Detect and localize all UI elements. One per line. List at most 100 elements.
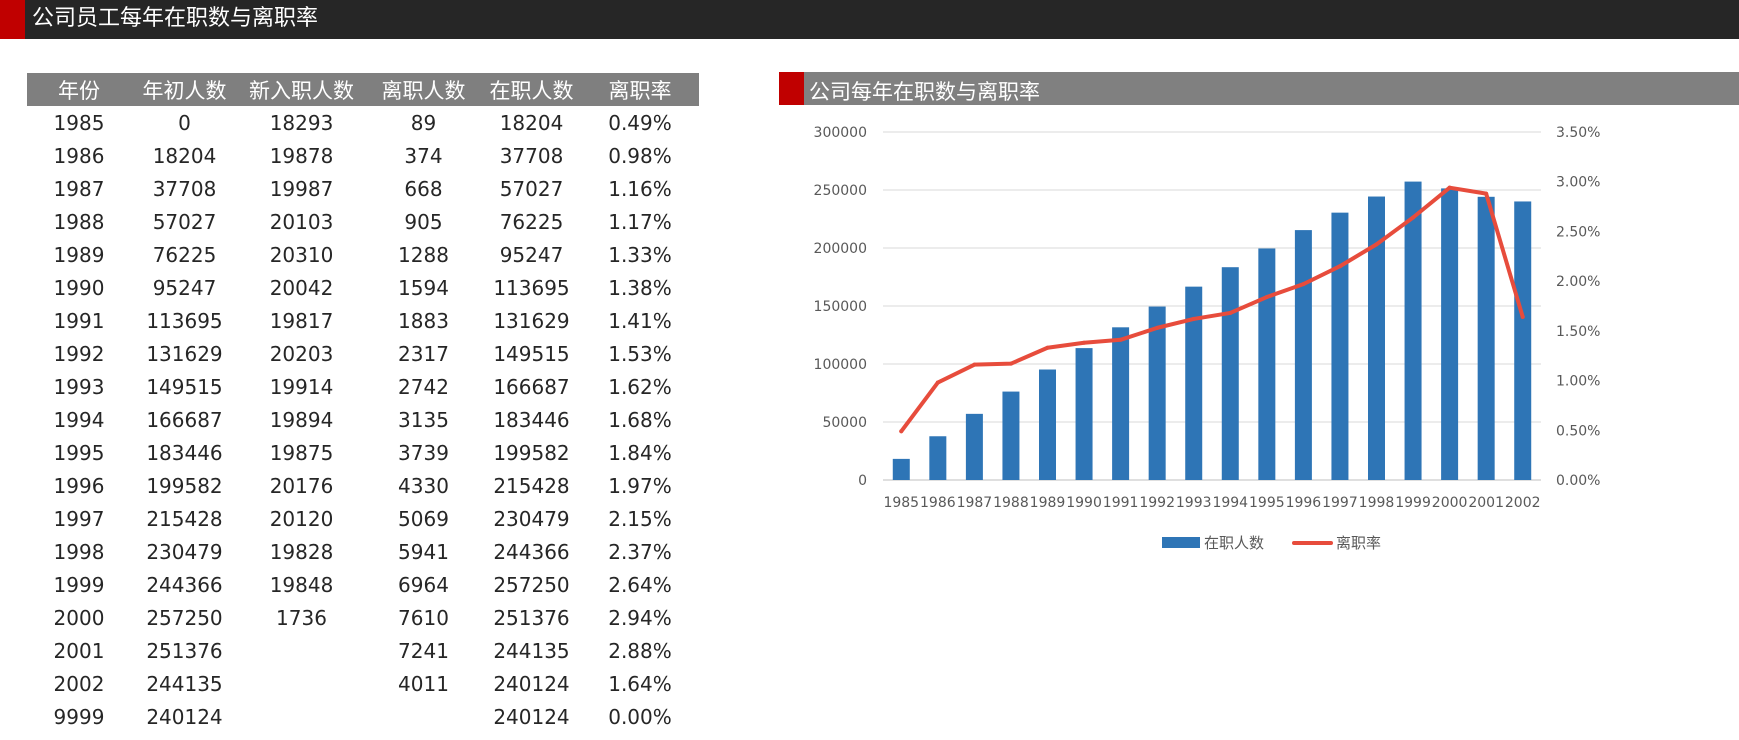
new-hires-cell: 19914 [269, 374, 334, 399]
table-row: 1993 149515 19914 2742 166687 1.62% [27, 370, 699, 403]
bar [1258, 248, 1276, 480]
employed-cell: 149515 [493, 341, 570, 366]
departures-cell: 905 [404, 209, 443, 234]
new-hires-cell: 19878 [269, 143, 334, 168]
new-hires-cell: 20042 [269, 275, 334, 300]
employed-cell: 244135 [493, 638, 570, 663]
employed-cell: 166687 [493, 374, 570, 399]
bar [1331, 212, 1349, 481]
x-tick-label: 1994 [1212, 495, 1248, 511]
y-right-tick-label: 0.00% [1556, 473, 1600, 489]
employed-cell: 113695 [493, 275, 570, 300]
table-row: 1988 57027 20103 905 76225 1.17% [27, 205, 699, 238]
x-tick-label: 1987 [957, 495, 993, 511]
line-point [1484, 191, 1489, 196]
employed-cell: 95247 [499, 242, 564, 267]
line-point [1411, 215, 1416, 220]
x-tick-label: 1998 [1359, 495, 1395, 511]
table-row: 1994 166687 19894 3135 183446 1.68% [27, 403, 699, 436]
departures-cell: 5941 [398, 539, 449, 564]
x-tick-label: 2001 [1468, 495, 1504, 511]
table-row: 1987 37708 19987 668 57027 1.16% [27, 172, 699, 205]
departures-cell: 5069 [398, 506, 449, 531]
start-count-cell: 57027 [152, 209, 217, 234]
y-left-tick-label: 0 [858, 473, 867, 489]
y-right-tick-label: 0.50% [1556, 423, 1600, 439]
year-cell: 2001 [53, 638, 105, 663]
departures-cell: 668 [404, 176, 443, 201]
new-hires-cell: 18293 [269, 110, 334, 135]
departures-cell: 1288 [398, 242, 449, 267]
employed-cell: 244366 [493, 539, 570, 564]
bar [1514, 201, 1532, 480]
employed-cell: 215428 [493, 473, 570, 498]
line-point [1264, 295, 1269, 300]
table-row: 1998 230479 19828 5941 244366 2.37% [27, 535, 699, 568]
new-hires-cell: 19894 [269, 407, 334, 432]
start-count-cell: 113695 [146, 308, 223, 333]
year-cell: 1988 [53, 209, 105, 234]
line-point [1228, 310, 1233, 315]
start-count-cell: 131629 [146, 341, 223, 366]
turnover-rate-cell: 2.15% [608, 506, 672, 531]
start-count-cell: 199582 [146, 473, 223, 498]
departures-cell: 89 [410, 110, 437, 135]
chart-header-accent [779, 72, 804, 105]
x-tick-label: 1992 [1139, 495, 1175, 511]
table-row: 2002 244135 4011 240124 1.64% [27, 667, 699, 700]
line-point [1045, 345, 1050, 350]
header-new-hires: 新入职人数 [238, 73, 365, 106]
year-cell: 1994 [53, 407, 105, 432]
x-tick-label: 2002 [1505, 495, 1541, 511]
line-point [1301, 282, 1306, 287]
header-turnover-rate: 离职率 [581, 73, 699, 106]
table-row: 1986 18204 19878 374 37708 0.98% [27, 139, 699, 172]
line-point [1118, 337, 1123, 342]
x-tick-label: 1986 [920, 495, 956, 511]
line-series [899, 185, 1525, 434]
header-start-count: 年初人数 [131, 73, 238, 106]
start-count-cell: 0 [178, 110, 191, 135]
bar [1477, 196, 1495, 480]
departures-cell: 2742 [398, 374, 449, 399]
new-hires-cell: 19848 [269, 572, 334, 597]
employed-cell: 199582 [493, 440, 570, 465]
chart-panel: 公司每年在职数与离职率 0 50000 100000 150000 200000 2500… [779, 72, 1739, 602]
table-row: 1992 131629 20203 2317 149515 1.53% [27, 337, 699, 370]
new-hires-cell [238, 634, 365, 667]
y-right-tick-label: 2.00% [1556, 274, 1600, 290]
y-right-tick-label: 3.00% [1556, 175, 1600, 191]
departures-cell: 3135 [398, 407, 449, 432]
turnover-rate-cell: 1.68% [608, 407, 672, 432]
turnover-rate-cell: 2.37% [608, 539, 672, 564]
start-count-cell: 166687 [146, 407, 223, 432]
start-count-cell: 18204 [152, 143, 217, 168]
bar [1185, 286, 1203, 480]
table-header-row: 年份 年初人数 新入职人数 离职人数 在职人数 离职率 [27, 73, 699, 106]
header-accent [0, 0, 25, 39]
header-year: 年份 [27, 73, 131, 106]
bar [1294, 230, 1312, 480]
departures-cell: 2317 [398, 341, 449, 366]
table-row: 2001 251376 7241 244135 2.88% [27, 634, 699, 667]
new-hires-cell [238, 700, 365, 733]
turnover-rate-cell: 0.49% [608, 110, 672, 135]
departures-cell: 6964 [398, 572, 449, 597]
year-cell: 1985 [53, 110, 105, 135]
employed-cell: 131629 [493, 308, 570, 333]
line-point [1155, 325, 1160, 330]
new-hires-cell: 20120 [269, 506, 334, 531]
year-cell: 1986 [53, 143, 105, 168]
bar [892, 458, 910, 480]
new-hires-cell: 19987 [269, 176, 334, 201]
new-hires-cell: 20103 [269, 209, 334, 234]
employed-cell: 257250 [493, 572, 570, 597]
y-left-tick-label: 200000 [814, 241, 867, 257]
turnover-rate-cell: 2.88% [608, 638, 672, 663]
turnover-rate-cell: 1.16% [608, 176, 672, 201]
departures-cell: 4011 [398, 671, 449, 696]
year-cell: 1995 [53, 440, 105, 465]
departures-cell: 7241 [398, 638, 449, 663]
header-employed: 在职人数 [482, 73, 581, 106]
departures-cell: 1594 [398, 275, 449, 300]
